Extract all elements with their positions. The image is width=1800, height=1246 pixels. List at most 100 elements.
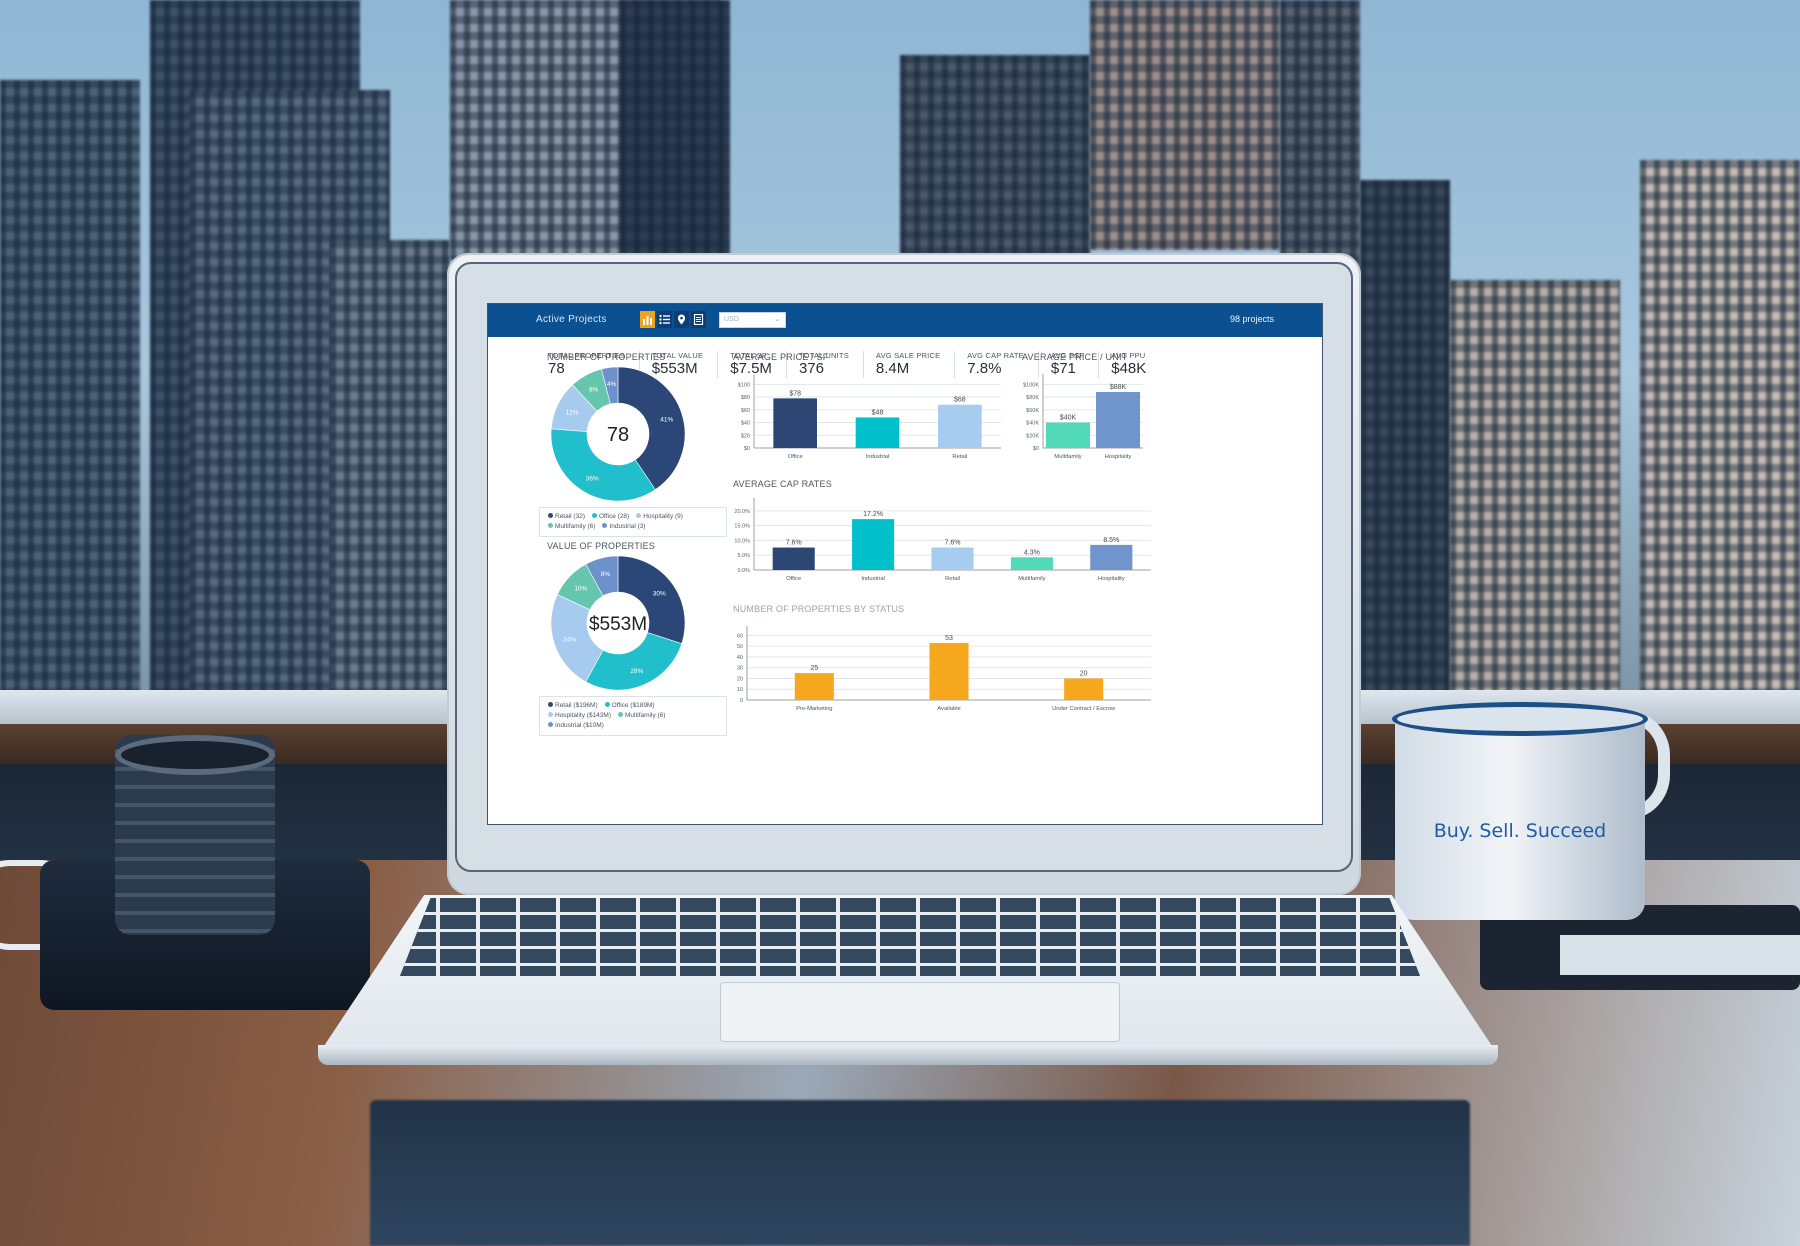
legend-item[interactable]: Industrial ($10M) <box>548 721 604 731</box>
legend-item[interactable]: Multifamily (6) <box>618 711 665 721</box>
donut-chart-number-of-properties: 41% 36% 12% 8% 4% 78 <box>550 366 686 502</box>
bar-chart-avg-cap-rates: 0.0% 5.0% 10.0% 15.0% 20.0% 7.6% Office 17.2% In… <box>734 498 1151 582</box>
legend-item[interactable]: Hospitality ($143M) <box>548 711 611 721</box>
legend-label: Industrial ($10M) <box>555 722 604 729</box>
list-view-button[interactable] <box>657 311 672 328</box>
slice-percent-label: 24% <box>563 636 576 643</box>
x-category-label: Office <box>788 454 803 460</box>
legend-number-of-properties: Retail (32) Office (28) Hospitality (9) Mul… <box>539 507 727 537</box>
header-bar: Active Projects USD ⌄ 98 projects <box>488 304 1322 337</box>
legend-item[interactable]: Hospitality (9) <box>636 512 683 522</box>
x-category-label: Available <box>937 706 960 712</box>
chart-title-avg-price-sf: AVERAGE PRICE / SF <box>733 352 829 362</box>
slice-percent-label: 12% <box>566 409 579 416</box>
bar-hospitality[interactable] <box>1096 392 1140 448</box>
y-tick-label: 30 <box>737 666 743 672</box>
y-tick-label: 15.0% <box>734 524 750 530</box>
mug <box>1395 715 1645 920</box>
building <box>620 0 730 260</box>
bar-pre-marketing[interactable] <box>794 673 834 700</box>
building <box>1450 280 1620 700</box>
map-view-button[interactable] <box>674 311 689 328</box>
legend-item[interactable]: Retail ($196M) <box>548 701 598 711</box>
legend-swatch <box>591 513 597 518</box>
legend-label: Retail ($196M) <box>555 702 598 709</box>
project-count: 98 projects <box>1229 314 1274 324</box>
currency-value: USD <box>724 316 739 323</box>
phone-screen <box>1560 935 1800 975</box>
x-category-label: Retail <box>952 454 967 460</box>
x-category-label: Pre-Marketing <box>796 706 832 712</box>
x-category-label: Industrial <box>866 454 890 460</box>
y-tick-label: 10 <box>737 687 743 693</box>
bar-available[interactable] <box>929 642 969 700</box>
slice-percent-label: 10% <box>574 586 587 593</box>
list-icon <box>659 314 670 325</box>
bar-retail[interactable] <box>938 404 982 448</box>
y-tick-label: $40 <box>741 421 750 427</box>
kpi-label: AVG SALE PRICE <box>875 351 941 360</box>
legend-swatch <box>548 702 553 707</box>
x-category-label: Multifamily <box>1018 576 1045 582</box>
legend-item[interactable]: Retail (32) <box>548 512 585 522</box>
chart-title-avg-price-unit: AVERAGE PRICE / UNIT <box>1022 352 1128 362</box>
legend-item[interactable]: Multifamily (6) <box>548 522 595 532</box>
bar-office[interactable] <box>772 547 815 570</box>
building <box>1360 180 1450 700</box>
y-tick-label: 10.0% <box>734 538 750 544</box>
donut-slice-office[interactable] <box>585 632 683 691</box>
building <box>1090 0 1280 250</box>
chart-view-button[interactable] <box>640 311 655 328</box>
slice-percent-label: 36% <box>586 476 599 483</box>
y-tick-label: 0 <box>740 698 743 704</box>
donut-center-value: $553M <box>589 614 647 635</box>
kpi-label: AVG CAP RATE <box>967 351 1024 360</box>
y-tick-label: $100K <box>1023 382 1039 388</box>
bar-multifamily[interactable] <box>1010 557 1053 570</box>
y-tick-label: 50 <box>737 644 743 650</box>
bar-value-label: 17.2% <box>863 511 883 518</box>
slice-percent-label: 28% <box>630 668 643 675</box>
bar-value-label: 4.3% <box>1024 549 1040 556</box>
bar-value-label: 8.5% <box>1103 537 1119 544</box>
y-tick-label: 20 <box>737 676 743 682</box>
y-tick-label: $60K <box>1026 408 1039 414</box>
legend-swatch <box>548 712 553 717</box>
bar-industrial[interactable] <box>855 417 900 448</box>
y-tick-label: 0.0% <box>737 568 750 574</box>
y-tick-label: $0 <box>1033 446 1039 452</box>
mug-slogan: Buy. Sell. Succeed <box>1433 820 1607 842</box>
legend-swatch <box>618 712 623 717</box>
bar-multifamily[interactable] <box>1046 422 1090 448</box>
slice-percent-label: 30% <box>653 591 666 598</box>
slice-percent-label: 8% <box>589 387 599 394</box>
y-tick-label: 5.0% <box>737 553 750 559</box>
bar-value-label: 25 <box>810 665 818 672</box>
bar-retail[interactable] <box>931 547 974 570</box>
legend-item[interactable]: Office (28) <box>591 512 629 522</box>
legend-label: Office ($189M) <box>611 702 655 709</box>
bar-chart-icon <box>643 316 652 325</box>
slice-percent-label: 8% <box>601 571 611 578</box>
page-title: Active Projects <box>536 314 607 325</box>
currency-select[interactable]: USD ⌄ <box>719 312 786 328</box>
camera-lens-front <box>115 735 275 775</box>
bar-chart-avg-price-unit: $0 $20K $40K $60K $80K $100K $40K Multifamily $8… <box>1023 374 1143 460</box>
bar-chart-avg-price-sf: $0 $20 $40 $60 $80 $100 $78 Office $48 Industrial… <box>738 374 1001 460</box>
legend-label: Multifamily (6) <box>555 523 596 530</box>
chart-title-value-of-properties: VALUE OF PROPERTIES <box>547 541 655 551</box>
report-view-button[interactable] <box>691 311 706 328</box>
legend-swatch <box>548 722 553 727</box>
y-tick-label: 20.0% <box>734 509 750 515</box>
bar-office[interactable] <box>773 398 817 448</box>
x-category-label: Hospitality <box>1098 576 1125 582</box>
bar-under-contract-escrow[interactable] <box>1064 678 1104 700</box>
legend-item[interactable]: Industrial (3) <box>602 522 646 532</box>
bar-hospitality[interactable] <box>1090 544 1133 570</box>
y-tick-label: $80K <box>1026 395 1039 401</box>
document-icon <box>693 314 704 325</box>
bar-value-label: $88K <box>1110 384 1127 391</box>
x-category-label: Multifamily <box>1054 454 1081 460</box>
legend-item[interactable]: Office ($189M) <box>604 701 655 711</box>
bar-industrial[interactable] <box>852 519 895 570</box>
